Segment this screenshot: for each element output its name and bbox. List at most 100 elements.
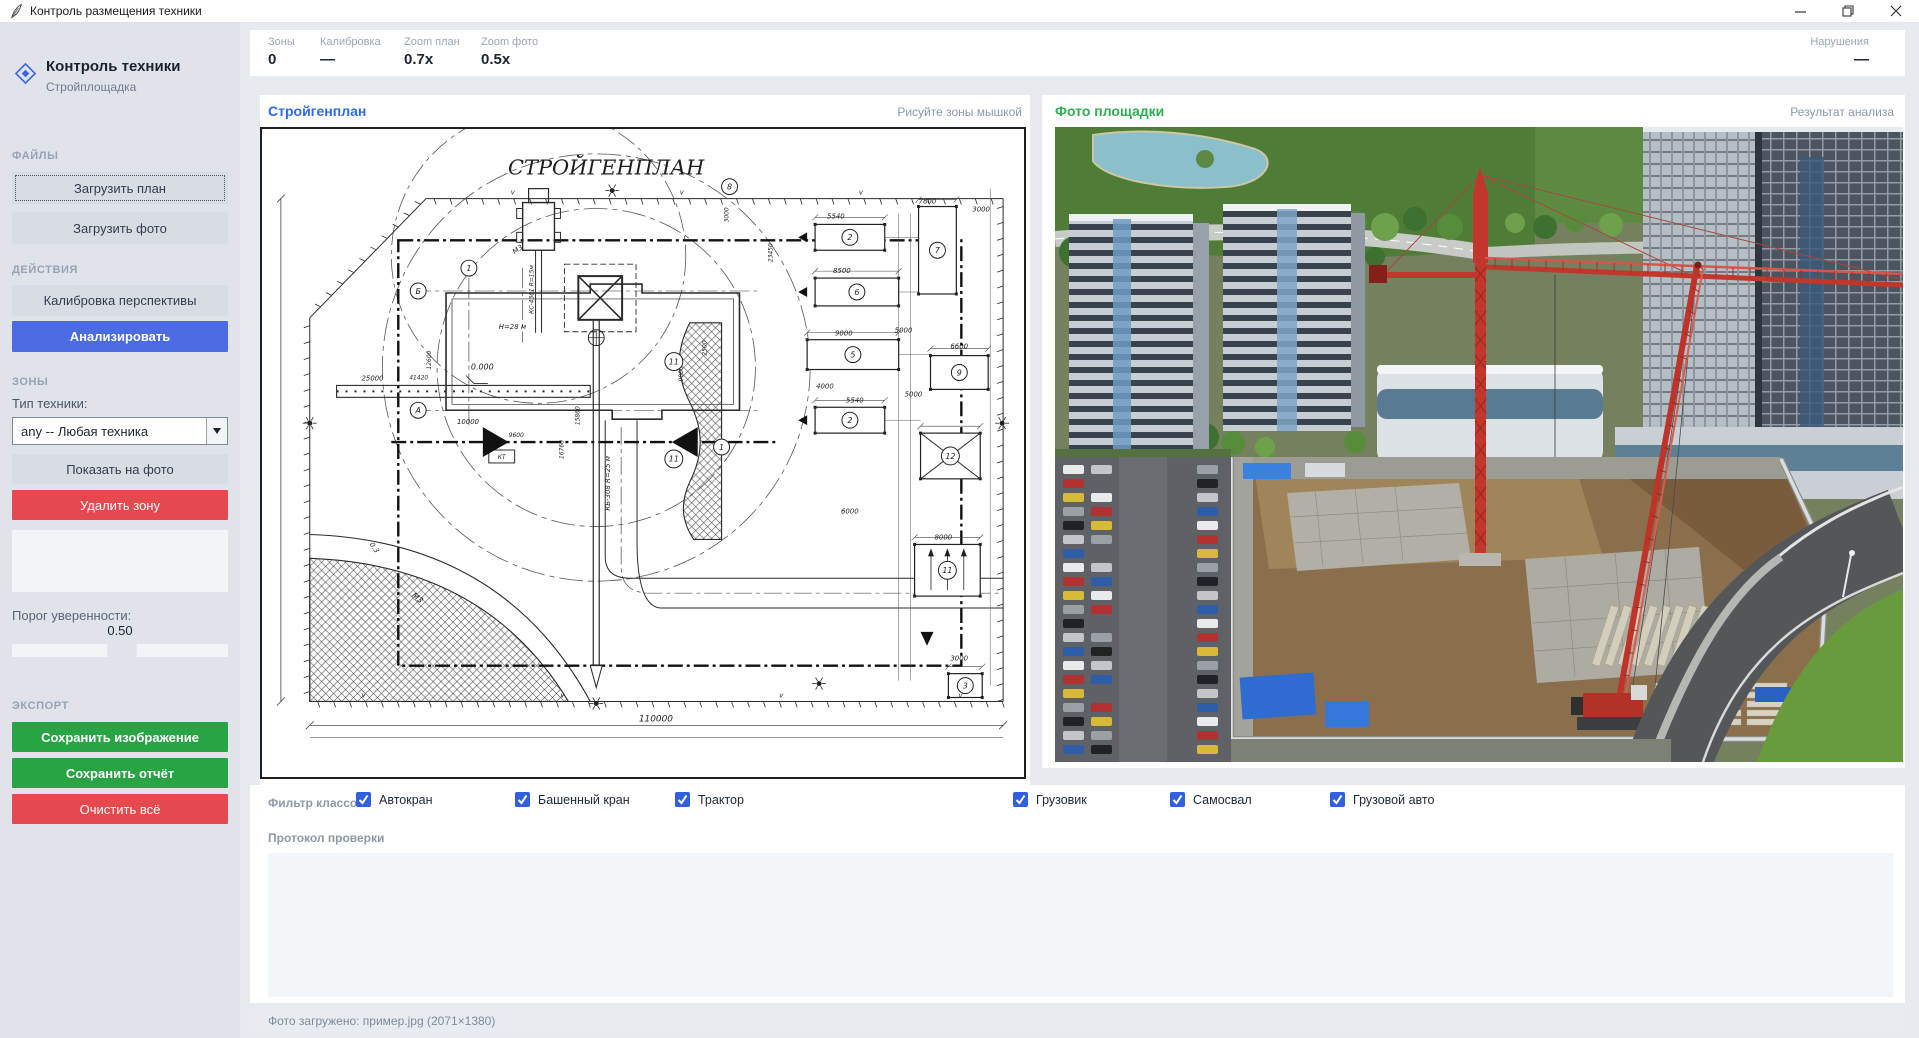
equipment-type-label: Тип техники: (12, 396, 88, 411)
svg-text:5540: 5540 (846, 396, 864, 404)
close-button[interactable] (1879, 0, 1913, 22)
svg-text:v: v (859, 189, 864, 197)
svg-text:3000: 3000 (724, 207, 731, 222)
svg-text:СТРОЙГЕНПЛАН: СТРОЙГЕНПЛАН (508, 155, 705, 180)
class-filter-label: Фильтр классов (268, 796, 365, 810)
section-export: ЭКСПОРТ (12, 700, 69, 712)
checkbox-checked-icon (1013, 792, 1028, 807)
plan-panel: Стройгенплан Рисуйте зоны мышкой (260, 95, 1030, 790)
svg-text:А: А (414, 406, 420, 415)
svg-text:КБ-308 R=25 м: КБ-308 R=25 м (604, 456, 612, 511)
diamond-logo-icon (14, 62, 37, 85)
svg-text:11: 11 (942, 566, 952, 575)
svg-text:41420: 41420 (409, 374, 428, 381)
sidebar: Контроль техники Стройплощадка ФАЙЛЫ Заг… (0, 22, 240, 1038)
stat-violations: Нарушения — (1810, 36, 1869, 68)
photo-panel: Фото площадки Результат анализа (1042, 95, 1905, 768)
status-bar: Фото загружено: пример.jpg (2071×1380) (250, 1008, 1905, 1035)
svg-text:5540: 5540 (827, 212, 845, 220)
chevron-down-icon[interactable] (206, 418, 227, 444)
save-report-button[interactable]: Сохранить отчёт (12, 758, 228, 788)
save-image-button[interactable]: Сохранить изображение (12, 722, 228, 752)
svg-text:11: 11 (669, 357, 679, 366)
class-filter-gruzovik[interactable]: Грузовик (1013, 792, 1087, 807)
svg-text:2500: 2500 (702, 340, 709, 355)
svg-text:10000: 10000 (457, 418, 480, 426)
plan-canvas[interactable]: СТРОЙГЕНПЛАН11000025000100000.000Н=28 мК… (260, 127, 1026, 779)
svg-text:15860: 15860 (574, 406, 581, 425)
svg-text:3: 3 (963, 681, 968, 690)
minimize-button[interactable] (1783, 0, 1817, 22)
zones-listbox[interactable] (12, 530, 228, 592)
photo-panel-hint: Результат анализа (1790, 105, 1894, 119)
svg-text:16760: 16760 (558, 440, 565, 459)
feather-app-icon (9, 3, 24, 19)
svg-text:5000: 5000 (895, 327, 913, 335)
svg-text:2: 2 (847, 233, 852, 242)
svg-text:12600: 12600 (426, 350, 433, 369)
svg-text:1: 1 (719, 443, 724, 452)
svg-text:8000: 8000 (934, 533, 952, 541)
svg-text:11: 11 (669, 455, 679, 464)
plan-drawing: СТРОЙГЕНПЛАН11000025000100000.000Н=28 мК… (262, 129, 1024, 777)
svg-text:9000: 9000 (835, 330, 853, 338)
class-filter-avtokran[interactable]: Автокран (356, 792, 433, 807)
protocol-log[interactable] (268, 853, 1893, 997)
plan-panel-hint: Рисуйте зоны мышкой (897, 105, 1022, 119)
svg-text:9600: 9600 (509, 432, 524, 439)
analyze-button[interactable]: Анализировать (12, 321, 228, 352)
section-files: ФАЙЛЫ (12, 150, 58, 162)
app-subtitle: Стройплощадка (46, 80, 136, 94)
svg-text:7800: 7800 (919, 198, 937, 206)
app-window: Контроль размещения техники Контроль тех… (0, 0, 1919, 1038)
show-on-photo-button[interactable]: Показать на фото (12, 454, 228, 484)
photo-canvas[interactable] (1055, 127, 1903, 762)
confidence-slider[interactable] (12, 644, 228, 657)
svg-text:v: v (779, 691, 784, 699)
confidence-threshold-value: 0.50 (0, 623, 240, 638)
clear-all-button[interactable]: Очистить всё (12, 794, 228, 824)
svg-text:23450: 23450 (767, 243, 774, 262)
class-filter-traktor[interactable]: Трактор (675, 792, 744, 807)
restore-button[interactable] (1831, 0, 1865, 22)
equipment-type-select[interactable]: any -- Любая техника (12, 417, 228, 445)
svg-text:25000: 25000 (361, 374, 384, 382)
svg-text:12: 12 (945, 452, 955, 461)
svg-text:6000: 6000 (841, 508, 859, 516)
svg-text:Н=28 м: Н=28 м (499, 323, 526, 331)
plan-panel-title: Стройгенплан (268, 103, 366, 119)
window-title: Контроль размещения техники (30, 4, 202, 18)
svg-text:КТ: КТ (498, 454, 507, 461)
filter-protocol-panel: Фильтр классов Автокран Башенный кран Тр… (250, 785, 1905, 1003)
svg-text:Б: Б (415, 287, 421, 296)
svg-text:5: 5 (850, 350, 855, 359)
checkbox-checked-icon (1170, 792, 1185, 807)
class-filter-samosval[interactable]: Самосвал (1170, 792, 1252, 807)
load-photo-button[interactable]: Загрузить фото (12, 212, 228, 244)
delete-zone-button[interactable]: Удалить зону (12, 490, 228, 520)
checkbox-checked-icon (356, 792, 371, 807)
svg-text:КС-4361 R=15м: КС-4361 R=15м (529, 265, 536, 314)
class-filter-bashenny-kran[interactable]: Башенный кран (515, 792, 630, 807)
stat-calibration: Калибровка — (320, 36, 381, 68)
svg-text:6: 6 (854, 288, 859, 297)
checkbox-checked-icon (675, 792, 690, 807)
section-actions: ДЕЙСТВИЯ (12, 264, 78, 276)
svg-text:9: 9 (957, 368, 962, 377)
equipment-type-value: any -- Любая техника (13, 424, 206, 439)
svg-text:2: 2 (847, 416, 852, 425)
confidence-threshold-label: Порог уверенности: (12, 608, 131, 623)
svg-text:0.000: 0.000 (471, 363, 494, 372)
svg-text:4000: 4000 (816, 382, 834, 390)
svg-text:8500: 8500 (833, 267, 851, 275)
class-filter-gruzovoy-avto[interactable]: Грузовой авто (1330, 792, 1434, 807)
calibrate-perspective-button[interactable]: Калибровка перспективы (12, 285, 228, 316)
svg-text:v: v (680, 189, 685, 197)
protocol-title: Протокол проверки (268, 831, 384, 845)
slider-thumb[interactable] (107, 644, 137, 657)
svg-text:3000: 3000 (972, 205, 990, 213)
svg-text:5000: 5000 (905, 390, 923, 398)
checkbox-checked-icon (1330, 792, 1345, 807)
svg-text:0.3: 0.3 (368, 541, 381, 555)
load-plan-button[interactable]: Загрузить план (12, 172, 228, 204)
